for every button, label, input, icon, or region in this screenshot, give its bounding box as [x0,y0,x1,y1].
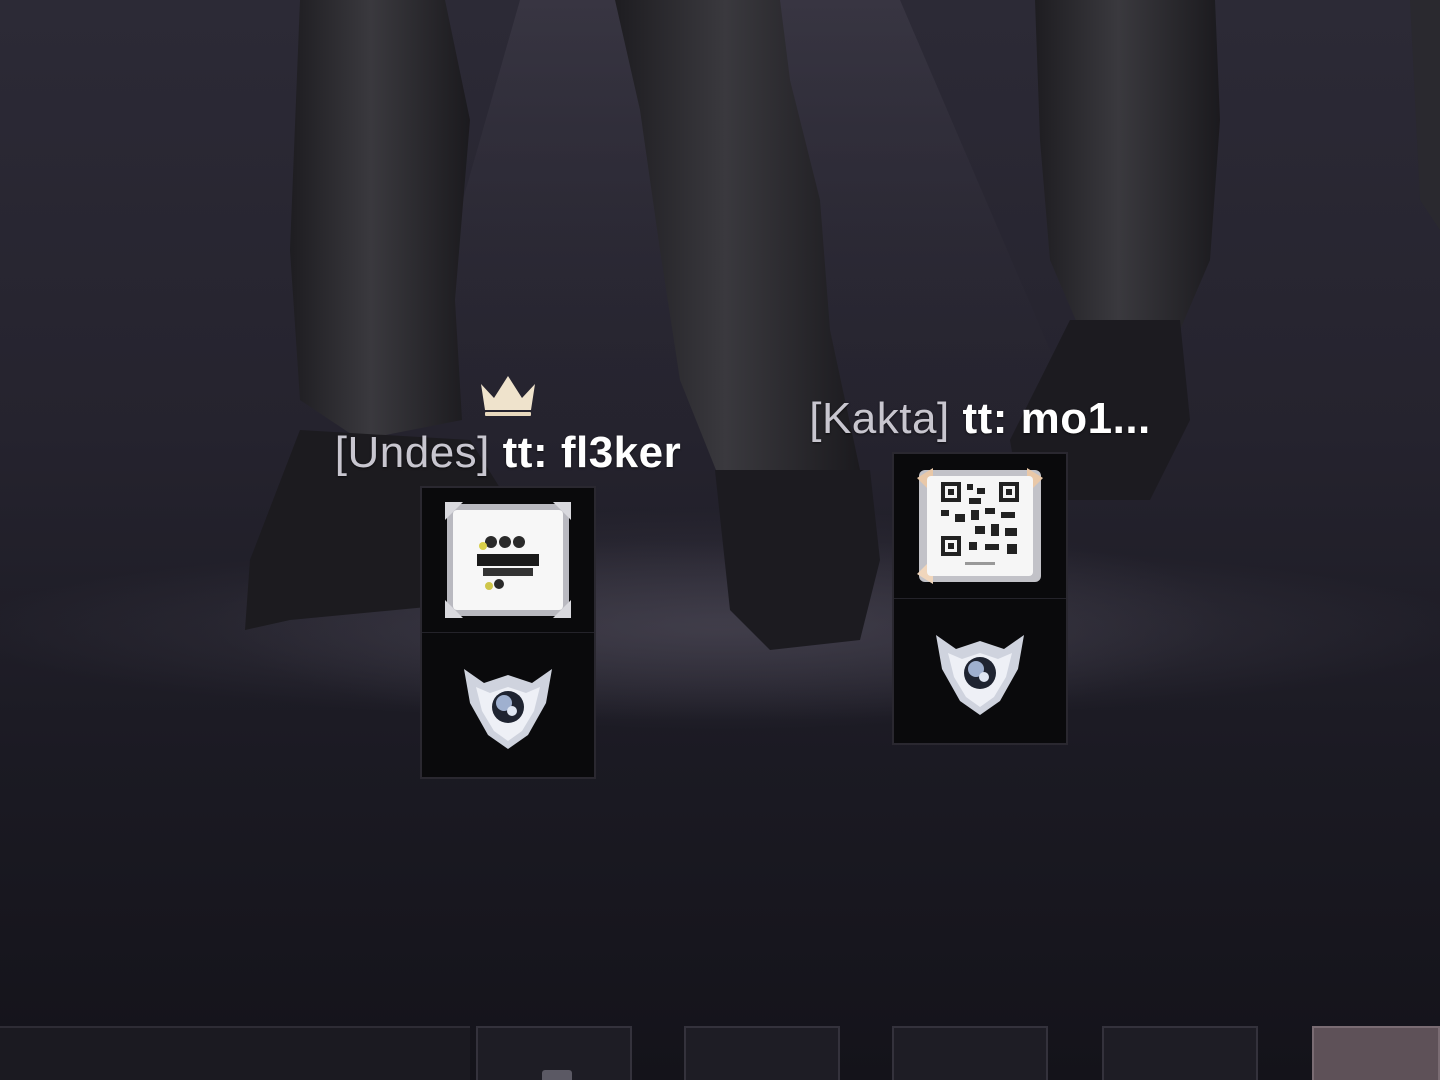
clan-tag: [Kakta] [809,394,950,443]
custom-avatar-badge [445,502,571,618]
character-models-backdrop [0,0,1440,720]
rank-emblem-icon [464,669,552,749]
player-name: [Undes] tt: fl3ker [335,426,681,480]
lobby-scene: [Undes] tt: fl3ker [Kakta] tt: mo1... [0,0,1440,1080]
player-nickname: tt: fl3ker [502,428,682,477]
floor-haze [0,540,1440,720]
bottom-bar-field[interactable] [0,1026,470,1080]
crown-icon [481,376,535,416]
qr-code-avatar-badge [917,468,1043,584]
bottom-slot-1[interactable] [476,1026,632,1080]
player-name: [Kakta] tt: mo1... [809,392,1151,446]
character-edge-leg [1410,0,1440,230]
clan-tag: [Undes] [334,428,490,477]
slot-icon [542,1070,572,1080]
badge-panel [420,486,596,779]
player-nickname: tt: mo1... [962,394,1151,443]
bottom-slot-4[interactable] [1102,1026,1258,1080]
badge-panel [892,452,1068,745]
rank-badge-slot[interactable] [894,598,1066,743]
rank-emblem-icon [936,635,1024,715]
player-card-2[interactable]: [Kakta] tt: mo1... [770,392,1190,745]
rank-badge-slot[interactable] [422,632,594,777]
player-card-1[interactable]: [Undes] tt: fl3ker [296,372,720,779]
avatar-badge-slot[interactable] [422,488,594,632]
avatar-badge-slot[interactable] [894,454,1066,598]
bottom-slot-2[interactable] [684,1026,840,1080]
character-right-leg [1035,0,1220,330]
bottom-slot-3[interactable] [892,1026,1048,1080]
bottom-bar [0,1026,1440,1080]
bottom-slot-5[interactable] [1312,1026,1440,1080]
